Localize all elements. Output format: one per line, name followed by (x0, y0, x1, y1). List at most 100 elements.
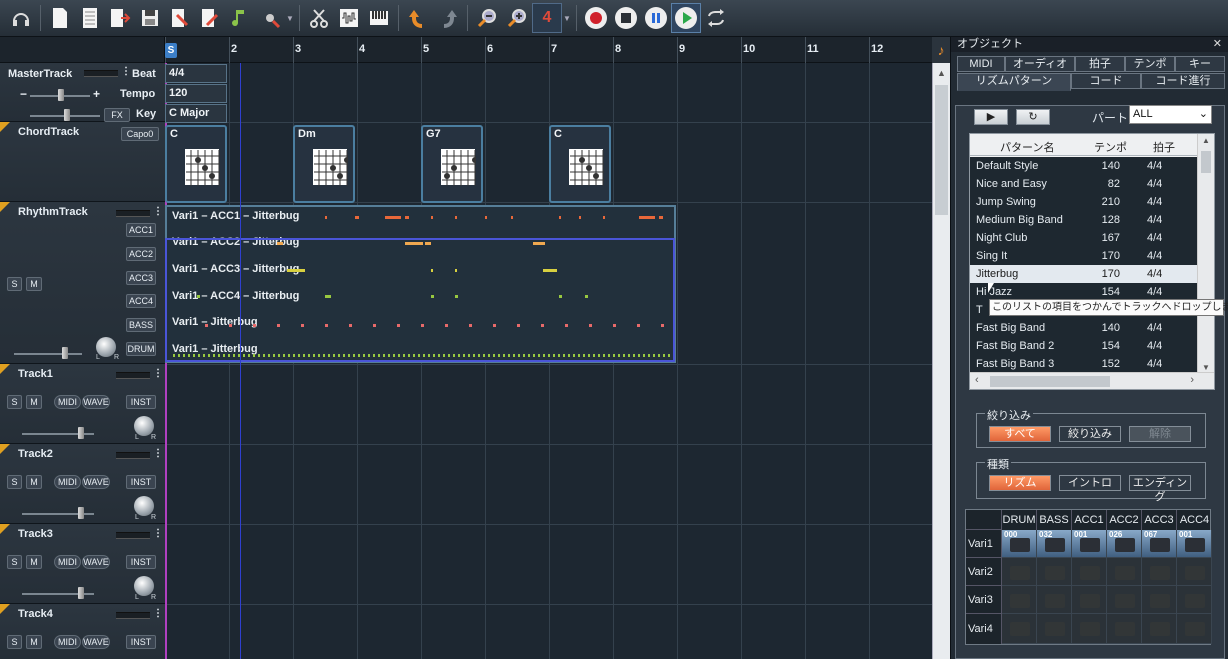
midi-button[interactable]: MIDI (54, 555, 81, 569)
list-item[interactable]: Sing It 170 4/4 (970, 247, 1198, 265)
playhead[interactable] (240, 63, 241, 659)
midi-button[interactable]: MIDI (54, 635, 81, 649)
start-marker[interactable]: S (165, 43, 177, 58)
selection-rectangle[interactable] (165, 238, 675, 362)
import-icon[interactable] (195, 3, 225, 33)
volume-slider-knob[interactable] (78, 587, 84, 599)
variation-cell[interactable]: 001 (1072, 530, 1107, 558)
kind-ending-button[interactable]: エンディング (1129, 475, 1191, 503)
variation-cell[interactable] (1142, 558, 1177, 586)
save-icon[interactable] (135, 3, 165, 33)
plus-icon[interactable]: + (93, 87, 100, 101)
variation-cell[interactable]: 026 (1107, 530, 1142, 558)
variation-cell[interactable] (1037, 614, 1072, 644)
mute-button[interactable]: M (26, 635, 42, 649)
variation-cell[interactable] (1072, 558, 1107, 586)
tab-audio[interactable]: オーディオ (1005, 56, 1075, 72)
wave-button[interactable]: WAVE (82, 555, 110, 569)
new-file-icon[interactable] (45, 3, 75, 33)
menu-dots-icon[interactable]: ⋮ (153, 608, 163, 619)
variation-cell[interactable] (1002, 614, 1037, 644)
menu-dots-icon[interactable]: ⋮ (153, 368, 163, 379)
loop-icon[interactable] (701, 3, 731, 33)
chevron-down-icon[interactable]: ▼ (562, 3, 572, 33)
filter-narrow-button[interactable]: 絞り込み (1059, 426, 1121, 442)
variation-cell[interactable] (1107, 614, 1142, 644)
mute-button[interactable]: M (26, 555, 42, 569)
solo-button[interactable]: S (7, 277, 22, 291)
scrollbar-thumb[interactable] (990, 376, 1110, 387)
variation-cell[interactable] (1037, 558, 1072, 586)
open-file-icon[interactable] (105, 3, 135, 33)
variation-cell[interactable] (1002, 558, 1037, 586)
play-icon[interactable] (671, 3, 701, 33)
music-note-icon[interactable] (225, 3, 255, 33)
preview-play-button[interactable]: ▶ (974, 109, 1008, 125)
pause-icon[interactable] (641, 3, 671, 33)
inst-button[interactable]: INST (126, 635, 156, 649)
list-item[interactable]: Jitterbug 170 4/4 (970, 265, 1198, 283)
column-tempo[interactable]: テンポ (1094, 139, 1127, 155)
capo-button[interactable]: Capo0 (121, 127, 159, 141)
acc2-button[interactable]: ACC2 (126, 247, 156, 261)
variation-cell[interactable] (1177, 614, 1212, 644)
acc4-button[interactable]: ACC4 (126, 294, 156, 308)
tab-tempo[interactable]: テンポ (1125, 56, 1175, 72)
list-item[interactable]: Nice and Easy 82 4/4 (970, 175, 1198, 193)
pan-knob[interactable] (134, 496, 154, 516)
zoom-in-icon[interactable] (502, 3, 532, 33)
chord-block-g7[interactable]: G7 (421, 125, 483, 203)
variation-cell[interactable] (1107, 558, 1142, 586)
minus-icon[interactable]: − (20, 87, 27, 101)
variation-cell[interactable]: 067 (1142, 530, 1177, 558)
volume-slider-knob[interactable] (78, 427, 84, 439)
mute-button[interactable]: M (26, 277, 42, 291)
list-item[interactable]: Fast Big Band 3 152 4/4 (970, 355, 1198, 373)
part-select[interactable]: ALL ⌄ (1129, 105, 1212, 124)
menu-dots-icon[interactable]: ⋮ (121, 66, 131, 77)
stop-icon[interactable] (611, 3, 641, 33)
kind-rhythm-button[interactable]: リズム (989, 475, 1051, 491)
menu-dots-icon[interactable]: ⋮ (153, 448, 163, 459)
variation-cell[interactable]: 032 (1037, 530, 1072, 558)
waveform-icon[interactable] (334, 3, 364, 33)
redo-icon[interactable] (433, 3, 463, 33)
export-icon[interactable] (165, 3, 195, 33)
fx-button[interactable]: FX (104, 108, 130, 122)
key-value[interactable]: C Major (165, 104, 227, 123)
variation-cell[interactable] (1072, 586, 1107, 614)
tempo-value[interactable]: 120 (165, 84, 227, 103)
record-icon[interactable] (581, 3, 611, 33)
acc3-button[interactable]: ACC3 (126, 271, 156, 285)
tab-key[interactable]: キー (1175, 56, 1225, 72)
list-item[interactable]: Fast Big Band 140 4/4 (970, 319, 1198, 337)
solo-button[interactable]: S (7, 475, 22, 489)
list-item[interactable]: Night Club 167 4/4 (970, 229, 1198, 247)
beat-value[interactable]: 4/4 (165, 64, 227, 83)
drum-button[interactable]: DRUM (126, 342, 156, 356)
filter-all-button[interactable]: すべて (989, 426, 1051, 442)
scroll-up-icon[interactable]: ▲ (1202, 136, 1210, 145)
arrangement-grid[interactable]: 4/4 120 C Major C Dm G7 C Vari1 – ACC1 –… (165, 63, 932, 659)
scissors-icon[interactable] (304, 3, 334, 33)
variation-cell[interactable] (1142, 586, 1177, 614)
scrollbar-thumb[interactable] (935, 85, 948, 215)
variation-cell[interactable] (1177, 586, 1212, 614)
scrollbar-thumb[interactable] (1201, 151, 1211, 173)
volume-slider-knob[interactable] (64, 109, 70, 121)
headphones-icon[interactable] (6, 3, 36, 33)
keyboard-icon[interactable] (364, 3, 394, 33)
pan-knob[interactable] (134, 576, 154, 596)
tab-midi[interactable]: MIDI (957, 56, 1005, 72)
menu-dots-icon[interactable]: ⋮ (153, 528, 163, 539)
zoom-out-icon[interactable] (472, 3, 502, 33)
variation-cell[interactable] (1002, 586, 1037, 614)
tab-chord-progression[interactable]: コード進行 (1141, 73, 1225, 89)
volume-slider-knob[interactable] (62, 347, 68, 359)
variation-cell[interactable] (1072, 614, 1107, 644)
tab-rhythm-pattern[interactable]: リズムパターン (957, 73, 1071, 91)
scroll-down-icon[interactable]: ▼ (1202, 363, 1210, 372)
tab-chord[interactable]: コード (1071, 73, 1141, 89)
menu-dots-icon[interactable]: ⋮ (153, 206, 163, 217)
vertical-scrollbar[interactable]: ▲ (932, 63, 950, 659)
